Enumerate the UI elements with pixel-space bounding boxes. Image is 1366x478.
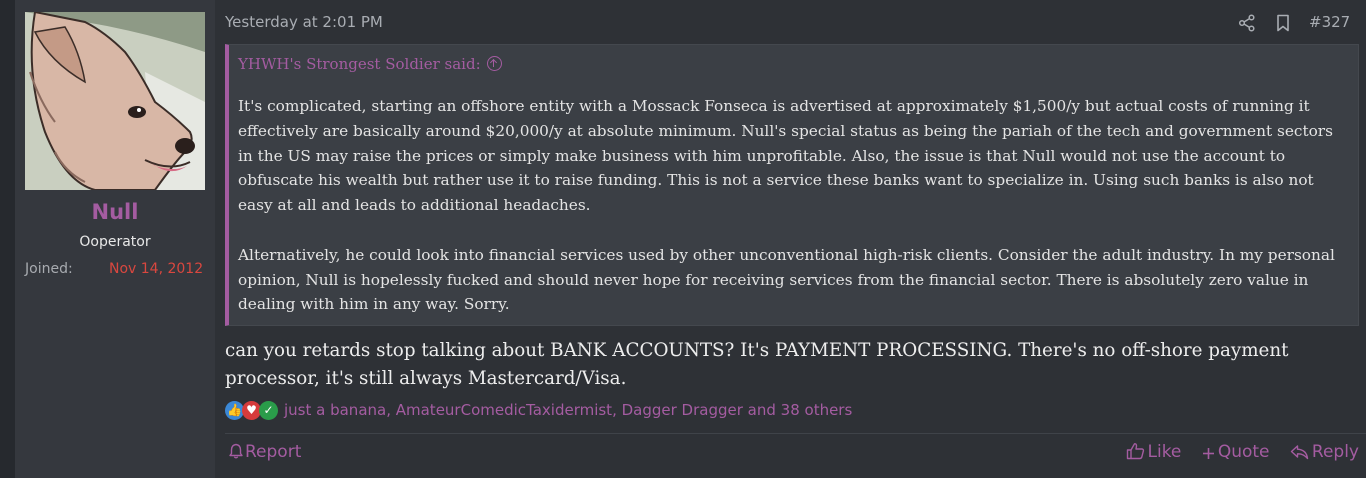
post: Null Ooperator Joined: Nov 14, 2012 Yest…	[15, 0, 1366, 478]
reactions-list[interactable]: just a banana, AmateurComedicTaxidermist…	[284, 401, 852, 419]
report-label: Report	[245, 442, 302, 462]
plus-icon	[1202, 448, 1214, 459]
thumbs-up-icon	[1126, 443, 1144, 460]
report-button[interactable]: Report	[229, 442, 301, 462]
user-title: Ooperator	[79, 234, 151, 250]
quote-author[interactable]: YHWH's Strongest Soldier said:	[238, 55, 481, 73]
agree-icon: ✓	[259, 401, 278, 420]
reaction-icons: 👍 ♥ ✓	[225, 400, 281, 422]
quote-label: Quote	[1217, 442, 1270, 462]
reply-button[interactable]: Reply	[1290, 442, 1359, 462]
divider	[225, 433, 1366, 434]
quote-paragraph: It's complicated, starting an offshore e…	[238, 97, 1333, 215]
post-actions: Like Quote Reply	[1111, 442, 1359, 462]
quote-button[interactable]: Quote	[1202, 442, 1270, 462]
quote-body: It's complicated, starting an offshore e…	[238, 94, 1343, 317]
arrow-up-circle-icon[interactable]	[486, 56, 502, 71]
joined-label: Joined:	[25, 261, 73, 277]
post-date[interactable]: Yesterday at 2:01 PM	[225, 13, 383, 31]
quote-paragraph: Alternatively, he could look into financ…	[238, 245, 1335, 314]
reply-arrow-icon	[1290, 445, 1309, 460]
share-icon[interactable]	[1238, 14, 1256, 32]
bookmark-icon[interactable]	[1275, 14, 1291, 32]
post-number[interactable]: #327	[1309, 13, 1350, 31]
username[interactable]: Null	[15, 200, 215, 224]
bell-icon	[229, 443, 243, 459]
post-message: can you retards stop talking about BANK …	[225, 340, 1289, 389]
joined-date: Nov 14, 2012	[109, 261, 204, 277]
user-info: Null Ooperator Joined: Nov 14, 2012	[15, 0, 215, 478]
reply-label: Reply	[1311, 442, 1359, 462]
like-button[interactable]: Like	[1126, 442, 1182, 462]
avatar[interactable]	[25, 12, 205, 190]
dog-avatar-image	[25, 12, 205, 190]
quote-block: YHWH's Strongest Soldier said: It's comp…	[225, 44, 1359, 326]
quote-header[interactable]: YHWH's Strongest Soldier said:	[238, 55, 502, 73]
like-label: Like	[1147, 442, 1182, 462]
post-main: Yesterday at 2:01 PM #327 YHWH's Stronge…	[225, 0, 1366, 478]
